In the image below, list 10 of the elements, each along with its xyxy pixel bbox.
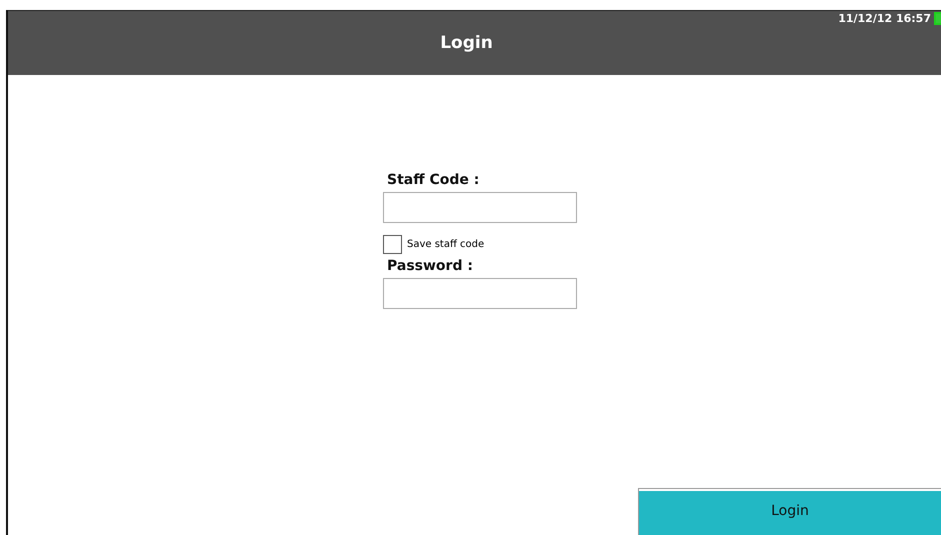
password-field[interactable] — [383, 278, 577, 309]
save-staff-code-label: Save staff code — [407, 239, 484, 250]
staff-code-field[interactable] — [383, 192, 577, 223]
password-label: Password : — [387, 258, 474, 274]
staff-code-label: Staff Code : — [387, 172, 480, 188]
datetime: 11/12/12 16:57 — [838, 12, 931, 25]
save-staff-code-checkbox[interactable] — [383, 235, 402, 254]
battery-icon — [934, 12, 941, 25]
screen-title: Login — [440, 33, 493, 53]
login-button[interactable]: Login — [638, 488, 941, 535]
